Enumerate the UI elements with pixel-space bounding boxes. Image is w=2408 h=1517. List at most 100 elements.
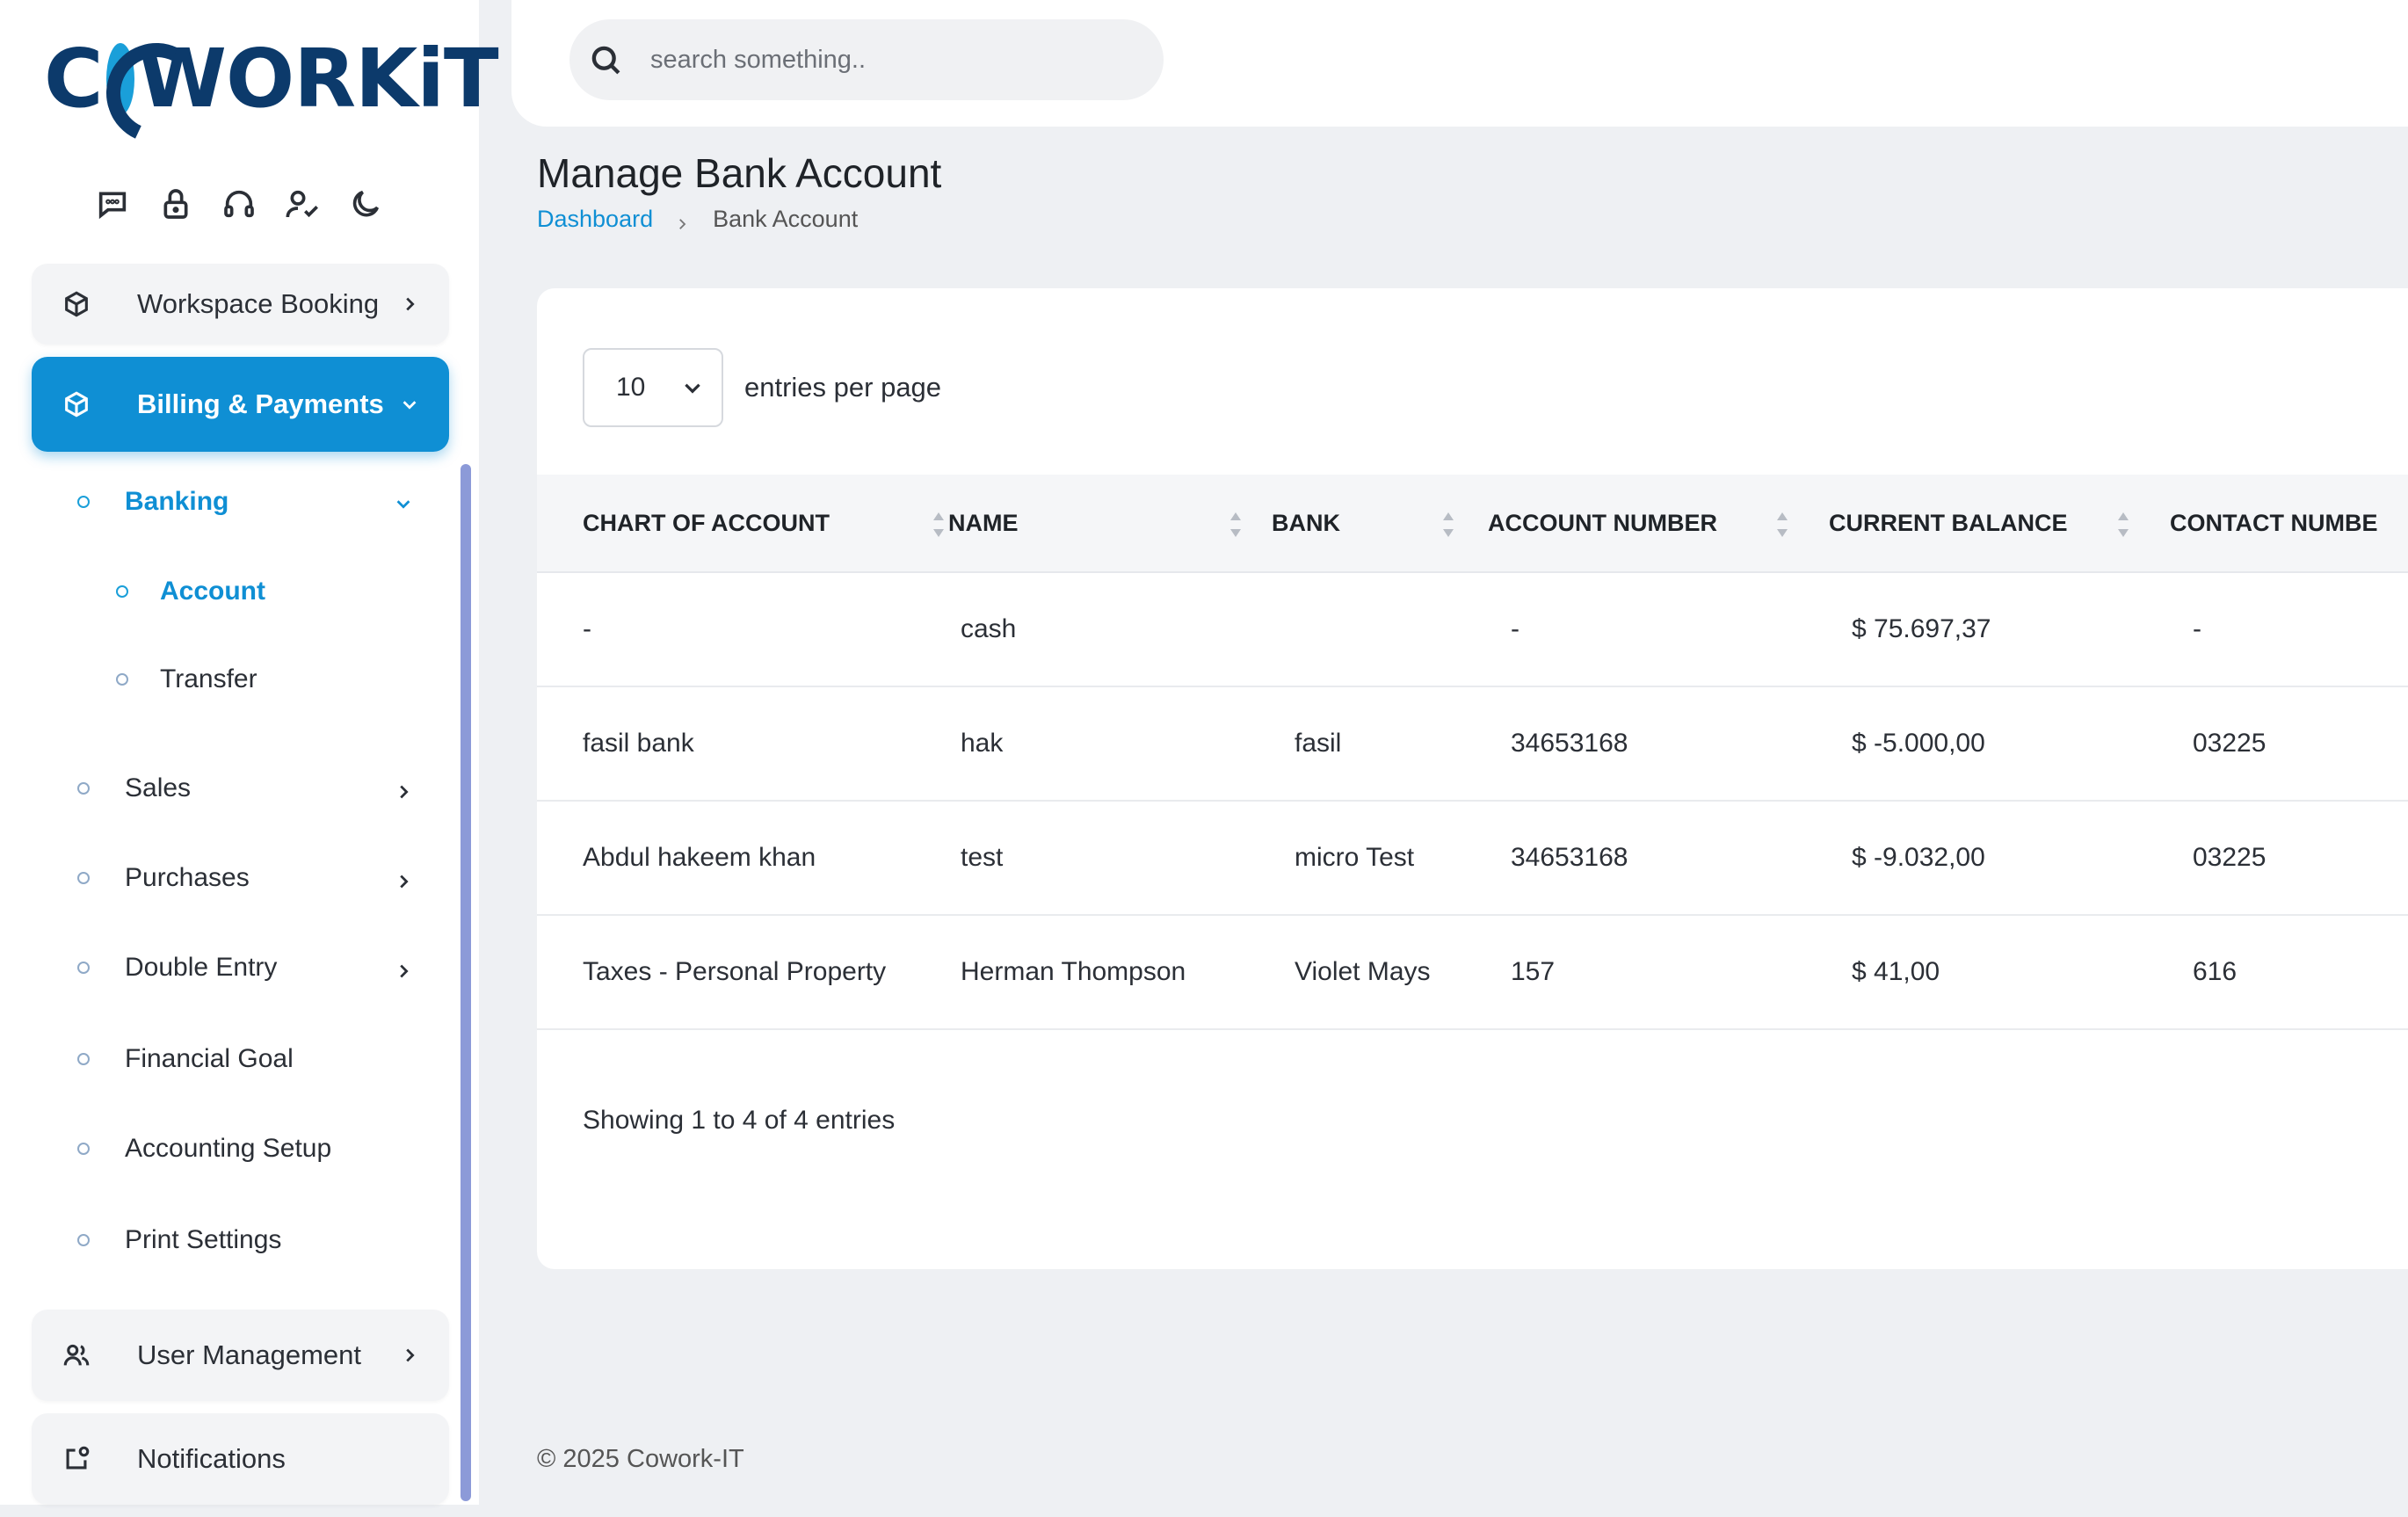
chevron-right-icon[interactable] [394, 782, 415, 803]
cell-name: test [961, 843, 1004, 872]
nav-billing-payments-label: Billing & Payments [137, 388, 384, 419]
nav-account[interactable]: Account [116, 577, 265, 606]
chevron-down-icon[interactable] [394, 494, 415, 515]
cell-account-number: 34653168 [1511, 729, 1628, 758]
bullet-icon [77, 1234, 90, 1246]
bullet-icon [116, 673, 128, 686]
cell-bank: fasil [1295, 729, 1342, 758]
sort-icon[interactable] [1774, 510, 1790, 540]
nav-user-management-label: User Management [137, 1339, 362, 1370]
user-check-icon[interactable] [283, 185, 322, 223]
cell-chart-of-account: Taxes - Personal Property [583, 957, 887, 986]
table-row[interactable]: Abdul hakeem khan test micro Test 346531… [537, 802, 2408, 916]
cell-contact-number: 616 [2193, 957, 2238, 986]
column-header-account-number[interactable]: ACCOUNT NUMBER [1488, 475, 1829, 571]
sort-icon[interactable] [1228, 510, 1244, 540]
nav-accounting-setup-label: Accounting Setup [125, 1134, 332, 1163]
pagination-info: Showing 1 to 4 of 4 entries [583, 1106, 896, 1135]
cell-chart-of-account: - [583, 614, 591, 643]
nav-accounting-setup[interactable]: Accounting Setup [77, 1134, 331, 1164]
moon-icon[interactable] [346, 185, 385, 223]
sidebar: C WORKiT Workspace Booking Billing & Paym… [0, 0, 499, 1505]
footer-copyright: © 2025 Cowork-IT [537, 1445, 744, 1473]
table-header: CHART OF ACCOUNT NAME BANK ACCOUNT NUMBE… [537, 475, 2408, 573]
chevron-right-icon[interactable] [394, 872, 415, 893]
cell-current-balance: $ -9.032,00 [1852, 843, 1985, 872]
breadcrumb-current: Bank Account [713, 206, 859, 232]
column-label: CONTACT NUMBE [2170, 509, 2378, 536]
notification-icon [60, 1442, 93, 1476]
cell-current-balance: $ 41,00 [1852, 957, 1940, 986]
bank-account-table: CHART OF ACCOUNT NAME BANK ACCOUNT NUMBE… [537, 475, 2408, 1030]
table-row[interactable]: - cash - $ 75.697,37 - [537, 573, 2408, 687]
cell-bank: micro Test [1295, 843, 1415, 872]
column-header-name[interactable]: NAME [939, 475, 1272, 571]
column-label: ACCOUNT NUMBER [1488, 509, 1717, 536]
nav-sales[interactable]: Sales [77, 773, 191, 803]
nav-double-entry-label: Double Entry [125, 953, 278, 982]
nav-notifications[interactable]: Notifications [32, 1413, 449, 1505]
per-page-select[interactable]: 10 [583, 348, 723, 427]
nav-print-settings[interactable]: Print Settings [77, 1225, 281, 1255]
column-header-chart-of-account[interactable]: CHART OF ACCOUNT [537, 475, 944, 571]
column-label: CURRENT BALANCE [1829, 509, 2068, 536]
nav-user-management[interactable]: User Management [32, 1310, 449, 1401]
cell-current-balance: $ 75.697,37 [1852, 614, 1991, 643]
entries-per-page: 10 entries per page [583, 348, 941, 427]
search-box[interactable] [569, 19, 1164, 100]
cube-icon [60, 287, 93, 321]
cell-contact-number: 03225 [2193, 843, 2267, 872]
nav-banking[interactable]: Banking [77, 487, 228, 517]
page-title: Manage Bank Account [537, 150, 942, 196]
nav-sales-label: Sales [125, 773, 192, 802]
column-header-bank[interactable]: BANK [1272, 475, 1488, 571]
bullet-icon [77, 962, 90, 974]
chevron-right-icon [674, 211, 692, 229]
bullet-icon [77, 496, 90, 508]
nav-billing-payments[interactable]: Billing & Payments [32, 357, 449, 452]
column-label: NAME [948, 509, 1019, 536]
nav-print-settings-label: Print Settings [125, 1225, 282, 1254]
chevron-right-icon[interactable] [394, 962, 415, 983]
users-icon [60, 1339, 93, 1372]
lock-icon[interactable] [156, 185, 195, 223]
top-header [511, 0, 2408, 127]
cell-chart-of-account: fasil bank [583, 729, 694, 758]
table-row[interactable]: fasil bank hak fasil 34653168 $ -5.000,0… [537, 687, 2408, 802]
nav-workspace-booking-label: Workspace Booking [137, 288, 380, 319]
column-label: BANK [1272, 509, 1340, 536]
cell-name: hak [961, 729, 1004, 758]
headset-icon[interactable] [220, 185, 258, 223]
search-input[interactable] [650, 45, 1090, 75]
breadcrumb-dashboard-link[interactable]: Dashboard [537, 206, 653, 233]
cell-current-balance: $ -5.000,00 [1852, 729, 1985, 758]
chat-icon[interactable] [93, 185, 132, 223]
nav-transfer[interactable]: Transfer [116, 664, 257, 694]
column-label: CHART OF ACCOUNT [583, 509, 830, 536]
nav-account-label: Account [160, 577, 265, 606]
sort-icon[interactable] [2115, 510, 2131, 540]
sidebar-scrollbar[interactable] [461, 464, 471, 1501]
table-row[interactable]: Taxes - Personal Property Herman Thompso… [537, 916, 2408, 1030]
cell-name: cash [961, 614, 1017, 643]
brand-logo[interactable]: C WORKiT [44, 35, 499, 123]
chevron-right-icon [398, 1344, 421, 1367]
bullet-icon [77, 1053, 90, 1065]
breadcrumb: Dashboard Bank Account [537, 206, 858, 233]
bullet-icon [77, 782, 90, 795]
sort-icon[interactable] [1440, 510, 1456, 540]
nav-double-entry[interactable]: Double Entry [77, 953, 277, 983]
nav-purchases-label: Purchases [125, 863, 250, 892]
chevron-down-icon [685, 383, 700, 394]
cell-account-number: 34653168 [1511, 843, 1628, 872]
nav-purchases[interactable]: Purchases [77, 863, 250, 893]
nav-financial-goal[interactable]: Financial Goal [77, 1044, 294, 1074]
cube-icon [60, 388, 93, 421]
column-header-contact-number[interactable]: CONTACT NUMBE [2170, 475, 2408, 571]
nav-workspace-booking[interactable]: Workspace Booking [32, 264, 449, 345]
nav-financial-goal-label: Financial Goal [125, 1044, 294, 1073]
bullet-icon [116, 585, 128, 598]
nav-transfer-label: Transfer [160, 664, 257, 693]
column-header-current-balance[interactable]: CURRENT BALANCE [1829, 475, 2170, 571]
per-page-value: 10 [616, 373, 646, 402]
